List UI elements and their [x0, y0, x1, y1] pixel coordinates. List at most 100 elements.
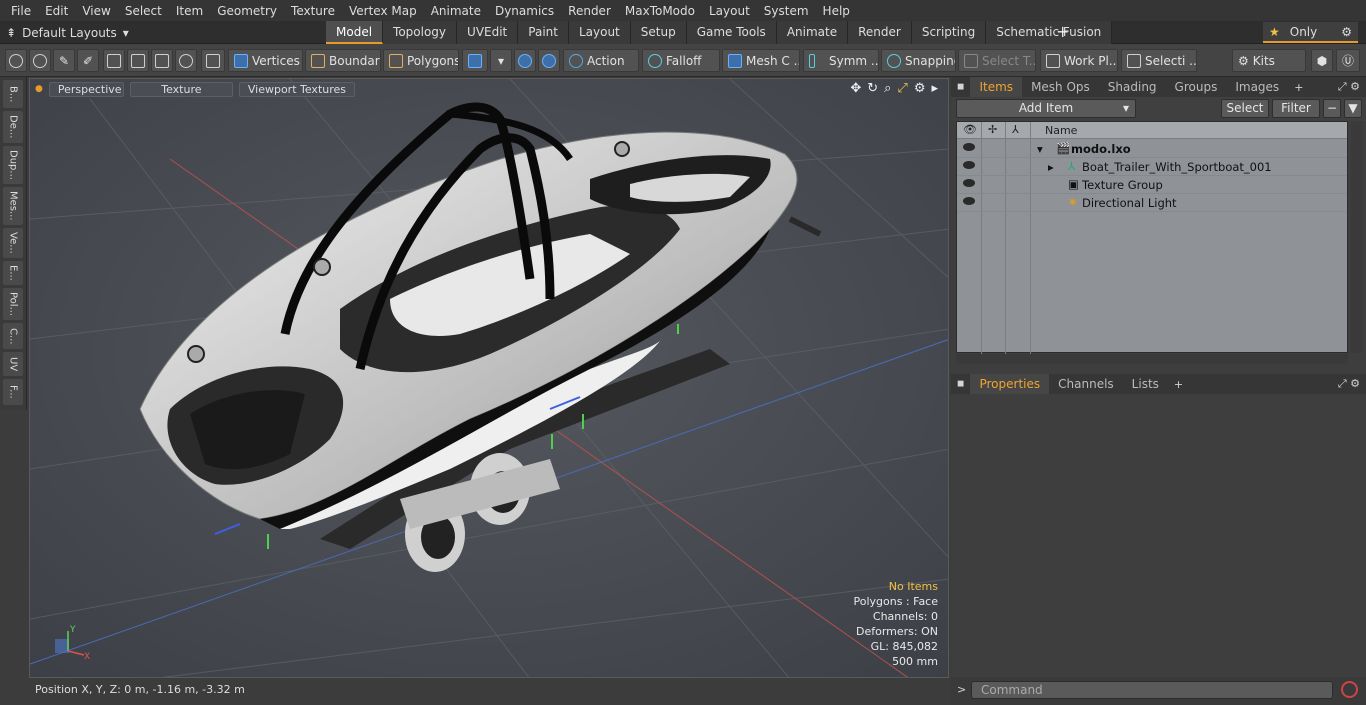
visibility-eye-icon[interactable]	[963, 143, 975, 151]
menu-vertex-map[interactable]: Vertex Map	[342, 4, 424, 18]
expand-arrow-icon[interactable]: ▸	[1048, 160, 1054, 174]
visibility-eye-icon[interactable]	[963, 197, 975, 205]
expand-arrow-icon[interactable]: ▸	[931, 81, 938, 96]
tab-mesh-ops[interactable]: Mesh Ops	[1022, 77, 1099, 97]
menu-help[interactable]: Help	[816, 4, 857, 18]
symmetry-x-button[interactable]	[514, 49, 536, 72]
action-center-button[interactable]: Action	[563, 49, 639, 72]
items-mode-button[interactable]	[201, 49, 225, 72]
only-toggle[interactable]: ★ Only ⚙	[1263, 22, 1358, 43]
tab-groups[interactable]: Groups	[1166, 77, 1227, 97]
menu-select[interactable]: Select	[118, 4, 169, 18]
command-input[interactable]: Command	[971, 681, 1333, 699]
pivot-button[interactable]	[175, 49, 197, 72]
funnel-button[interactable]: ▼	[1344, 99, 1362, 118]
symmetry-button[interactable]: Symm ...	[803, 49, 879, 72]
record-icon[interactable]	[1341, 681, 1358, 698]
visibility-eye-icon[interactable]	[963, 179, 975, 187]
left-tab-curve[interactable]: C...	[3, 323, 23, 349]
left-tab-fusion[interactable]: F...	[3, 379, 23, 405]
add-panel-tab-icon[interactable]: +	[1288, 81, 1309, 94]
tree-scrollbar[interactable]	[1351, 121, 1363, 353]
tab-channels[interactable]: Channels	[1049, 374, 1123, 394]
tab-items[interactable]: Items	[970, 77, 1023, 97]
lock-column-icon[interactable]: ✢	[988, 123, 997, 136]
kits-button[interactable]: ⚙ Kits	[1232, 49, 1306, 72]
tree-row-light[interactable]: ✷ Directional Light	[957, 194, 1347, 212]
tab-schematic-fusion[interactable]: Schematic Fusion	[986, 21, 1113, 44]
move-view-icon[interactable]: ✥	[850, 81, 861, 96]
polygons-button[interactable]: Polygons	[383, 49, 459, 72]
viewport-settings-icon[interactable]: ⚙	[914, 81, 926, 96]
visibility-eye-icon[interactable]	[963, 161, 975, 169]
selection-sets-button[interactable]: Selecti ...	[1121, 49, 1197, 72]
tab-setup[interactable]: Setup	[630, 21, 687, 44]
tab-shading[interactable]: Shading	[1099, 77, 1166, 97]
center-button[interactable]	[127, 49, 149, 72]
tab-scripting[interactable]: Scripting	[911, 21, 987, 44]
mesh-constraints-button[interactable]: Mesh C ...	[722, 49, 800, 72]
menu-dynamics[interactable]: Dynamics	[488, 4, 561, 18]
viewport-menu-dot-icon[interactable]: ●	[35, 84, 43, 94]
vertices-button[interactable]: Vertices	[228, 49, 303, 72]
boundary-button[interactable]: Boundary	[305, 49, 381, 72]
left-tab-edge[interactable]: E...	[3, 261, 23, 285]
tab-uvedit[interactable]: UVEdit	[457, 21, 519, 44]
panel-expand-icon[interactable]: ⤢ ⚙	[1338, 80, 1366, 94]
menu-system[interactable]: System	[757, 4, 816, 18]
add-panel-tab-icon[interactable]: +	[1168, 378, 1189, 391]
tab-properties[interactable]: Properties	[970, 374, 1050, 394]
layout-selector[interactable]: ⇞ Default Layouts ▾	[6, 23, 129, 42]
menu-animate[interactable]: Animate	[424, 4, 488, 18]
left-tab-deform[interactable]: De...	[3, 111, 23, 143]
tab-game-tools[interactable]: Game Tools	[686, 21, 777, 44]
snapping-button[interactable]: Snapping	[881, 49, 956, 72]
add-tab-icon[interactable]: +	[1056, 22, 1069, 41]
rotate-view-icon[interactable]: ↻	[867, 81, 878, 96]
collapse-button[interactable]: −	[1323, 99, 1341, 118]
transform-button[interactable]	[151, 49, 173, 72]
left-tab-mesh-edit[interactable]: Mes...	[3, 187, 23, 225]
viewport-textures-button[interactable]: Viewport Textures	[238, 81, 356, 97]
left-tab-basic[interactable]: B...	[3, 80, 23, 108]
left-tab-duplicate[interactable]: Dup...	[3, 146, 23, 184]
pen-button[interactable]: ✎	[53, 49, 75, 72]
tree-row-texture-group[interactable]: ▣ Texture Group	[957, 176, 1347, 194]
material-button[interactable]	[462, 49, 488, 72]
symmetry-y-button[interactable]	[538, 49, 560, 72]
name-column-header[interactable]: Name	[1045, 124, 1077, 137]
view-mode-button[interactable]: Perspective	[48, 81, 124, 97]
tree-row-mesh[interactable]: ▸ ⅄ Boat_Trailer_With_Sportboat_001	[957, 158, 1347, 176]
work-plane-button[interactable]: Work Pl...	[1040, 49, 1118, 72]
tab-model[interactable]: Model	[326, 21, 384, 44]
type-column-icon[interactable]: ⅄	[1012, 123, 1019, 136]
panel-menu-icon[interactable]: ◼	[951, 82, 970, 92]
brush-button[interactable]: ✐	[77, 49, 99, 72]
menu-texture[interactable]: Texture	[284, 4, 342, 18]
tree-h-scrollbar[interactable]	[956, 354, 1348, 364]
add-item-button[interactable]: Add Item ▾	[956, 99, 1136, 118]
3d-viewport[interactable]: Y X ● Perspective Texture Viewport Textu…	[29, 78, 949, 678]
tab-render[interactable]: Render	[848, 21, 912, 44]
left-tab-uv[interactable]: UV	[3, 352, 23, 376]
tab-images[interactable]: Images	[1226, 77, 1288, 97]
tab-topology[interactable]: Topology	[383, 21, 458, 44]
select-mode-button[interactable]	[5, 49, 27, 72]
unreal-button[interactable]: Ⓤ	[1336, 49, 1360, 72]
menu-item[interactable]: Item	[169, 4, 210, 18]
menu-edit[interactable]: Edit	[38, 4, 75, 18]
menu-maxtomodo[interactable]: MaxToModo	[618, 4, 702, 18]
expand-arrow-icon[interactable]: ▾	[1037, 142, 1043, 156]
menu-render[interactable]: Render	[561, 4, 618, 18]
tab-lists[interactable]: Lists	[1123, 374, 1168, 394]
gear-icon[interactable]: ⚙	[1341, 25, 1352, 39]
tab-paint[interactable]: Paint	[518, 21, 569, 44]
unity-button[interactable]: ⬢	[1311, 49, 1333, 72]
filter-button[interactable]: Filter	[1272, 99, 1320, 118]
maximize-icon[interactable]: ⤢	[897, 81, 907, 96]
select-through-button[interactable]: Select T...	[958, 49, 1036, 72]
left-tab-vertex[interactable]: Ve...	[3, 228, 23, 258]
material-dropdown[interactable]: ▾	[490, 49, 512, 72]
visibility-column-icon[interactable]: 👁	[963, 123, 977, 136]
tab-animate[interactable]: Animate	[776, 21, 849, 44]
